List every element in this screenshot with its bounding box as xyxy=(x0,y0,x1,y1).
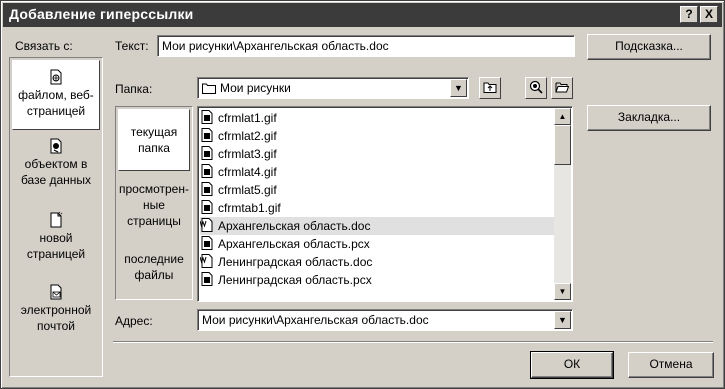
database-object-icon xyxy=(50,138,62,154)
cancel-button[interactable]: Отмена xyxy=(628,352,714,378)
image-file-icon xyxy=(201,146,213,160)
file-name: Архангельская область.pcx xyxy=(218,237,370,251)
help-icon: ? xyxy=(685,7,693,21)
new-page-icon xyxy=(50,212,63,228)
file-list-scrollbar[interactable]: ▲ ▼ xyxy=(554,108,571,300)
link-to-db-object-label: объектом в базе данных xyxy=(20,157,92,187)
place-browsed-pages[interactable]: просмотрен- ные страницы xyxy=(118,181,190,231)
tooltip-button[interactable]: Подсказка... xyxy=(587,34,711,60)
file-list-item[interactable]: cfrmlat3.gif xyxy=(200,145,554,163)
place-recent-files[interactable]: последние файлы xyxy=(118,251,190,291)
folder-value: Мои рисунки xyxy=(220,81,291,95)
text-label: Текст: xyxy=(115,39,149,53)
hyperlink-dialog: Добавление гиперссылки ? X Связать с: фа… xyxy=(0,0,725,389)
address-combo[interactable]: Мои рисунки\Архангельская область.doc ▼ xyxy=(197,309,573,331)
image-file-icon xyxy=(201,182,213,196)
image-file-icon xyxy=(201,236,213,250)
file-list-item[interactable]: cfrmlat1.gif xyxy=(200,109,554,127)
scroll-up-button[interactable]: ▲ xyxy=(554,108,571,125)
file-list-item[interactable]: cfrmlat4.gif xyxy=(200,163,554,181)
folder-icon xyxy=(202,83,216,94)
place-current-folder[interactable]: текущая папка xyxy=(118,109,190,171)
folder-label: Папка: xyxy=(115,82,153,96)
up-folder-icon xyxy=(483,82,497,93)
link-to-file-web-label: файлом, веб- страницей xyxy=(18,88,94,118)
link-to-file-web-button[interactable]: файлом, веб- страницей xyxy=(12,60,100,130)
address-dropdown-arrow[interactable]: ▼ xyxy=(554,311,571,329)
places-panel: текущая папка просмотрен- ные страницы п… xyxy=(115,106,193,300)
file-name: cfrmlat2.gif xyxy=(218,129,277,143)
image-file-icon xyxy=(201,110,213,124)
file-list-item[interactable]: cfrmlat5.gif xyxy=(200,181,554,199)
image-file-icon xyxy=(201,164,213,178)
close-button[interactable]: X xyxy=(700,6,718,23)
separator xyxy=(113,341,713,343)
file-name: cfrmlat3.gif xyxy=(218,147,277,161)
globe-file-icon xyxy=(50,69,62,85)
link-to-bar: файлом, веб- страницей объектом в базе д… xyxy=(9,57,103,377)
link-to-new-page-label: новой страницей xyxy=(26,231,86,261)
file-list-item[interactable]: Архангельская область.pcx xyxy=(200,235,554,253)
scroll-down-button[interactable]: ▼ xyxy=(554,283,571,300)
file-list: cfrmlat1.gif cfrmlat2.gif cfrmlat3.gif cfrm… xyxy=(197,106,573,302)
link-to-db-object-button[interactable]: объектом в базе данных xyxy=(12,138,100,196)
link-to-new-page-button[interactable]: новой страницей xyxy=(12,212,100,262)
image-file-icon xyxy=(201,128,213,142)
scroll-thumb[interactable] xyxy=(554,125,571,165)
word-document-icon xyxy=(200,218,213,232)
file-name: Архангельская область.doc xyxy=(218,219,371,233)
folder-dropdown-arrow[interactable]: ▼ xyxy=(450,79,467,97)
file-list-item[interactable]: Ленинградская область.doc xyxy=(200,253,554,271)
ok-button[interactable]: ОК xyxy=(530,351,614,379)
email-icon xyxy=(50,284,62,300)
link-to-label: Связать с: xyxy=(15,39,73,53)
address-value: Мои рисунки\Архангельская область.doc xyxy=(202,313,429,327)
image-file-icon xyxy=(201,200,213,214)
file-list-item[interactable]: cfrmtab1.gif xyxy=(200,199,554,217)
file-name: Ленинградская область.pcx xyxy=(218,273,372,287)
open-folder-icon xyxy=(555,82,570,93)
file-list-item[interactable]: cfrmlat2.gif xyxy=(200,127,554,145)
close-icon: X xyxy=(704,7,713,21)
file-name: cfrmtab1.gif xyxy=(218,201,281,215)
folder-combo[interactable]: Мои рисунки ▼ xyxy=(197,77,469,99)
text-input[interactable]: Мои рисунки\Архангельская область.doc xyxy=(157,35,575,57)
file-name: cfrmlat1.gif xyxy=(218,111,277,125)
web-search-icon xyxy=(529,80,543,94)
word-document-icon xyxy=(200,254,213,268)
file-name: Ленинградская область.doc xyxy=(218,255,373,269)
link-to-email-label: электронной почтой xyxy=(20,303,92,333)
image-file-icon xyxy=(201,272,213,286)
file-list-item[interactable]: Ленинградская область.pcx xyxy=(200,271,554,289)
file-list-item[interactable]: Архангельская область.doc xyxy=(200,217,554,235)
help-button[interactable]: ? xyxy=(680,6,698,23)
browse-web-button[interactable] xyxy=(525,77,547,99)
title-bar: Добавление гиперссылки ? X xyxy=(3,3,722,27)
link-to-email-button[interactable]: электронной почтой xyxy=(12,284,100,334)
file-name: cfrmlat4.gif xyxy=(218,165,277,179)
browse-file-button[interactable] xyxy=(551,77,573,99)
dialog-title: Добавление гиперссылки xyxy=(9,6,194,22)
bookmark-button[interactable]: Закладка... xyxy=(587,105,711,131)
address-label: Адрес: xyxy=(115,314,153,328)
file-name: cfrmlat5.gif xyxy=(218,183,277,197)
up-one-level-button[interactable] xyxy=(479,77,501,99)
